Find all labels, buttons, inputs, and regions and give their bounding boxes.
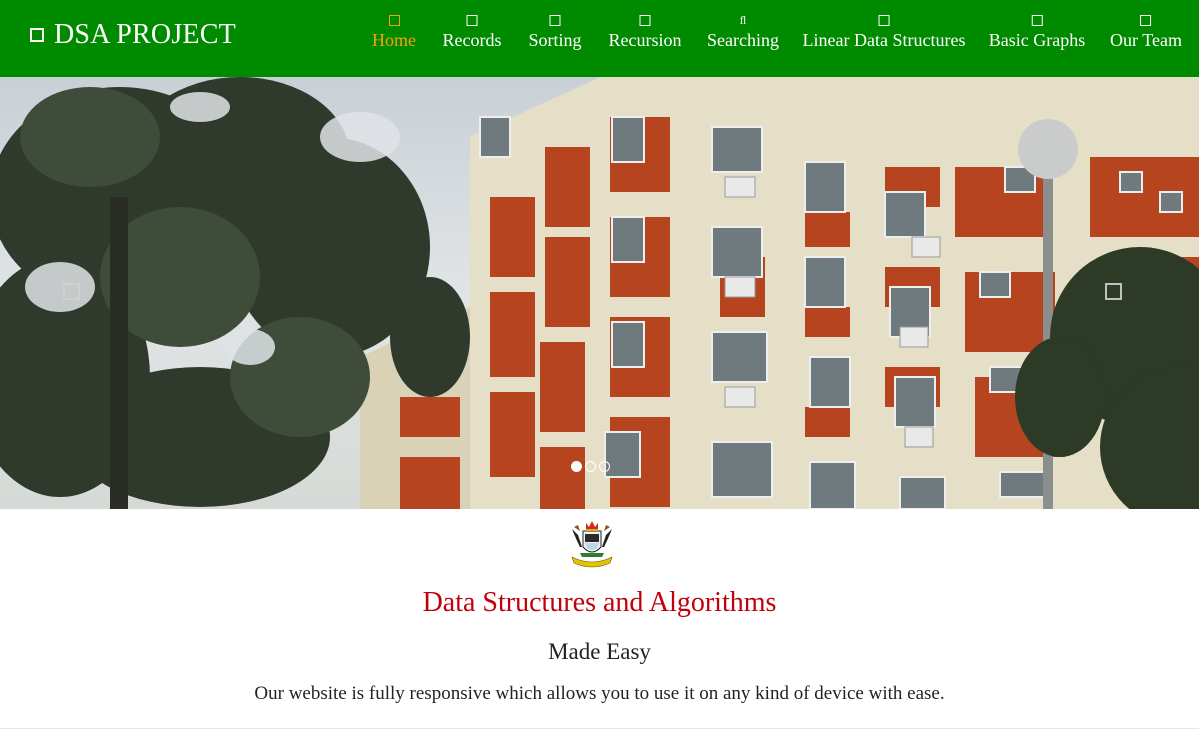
main-nav: Home Records Sorting Recursion ﬂ Searchi… [0,13,1199,63]
carousel-indicator[interactable] [571,461,582,472]
university-crest-logo [571,521,613,568]
nav-label-basic-graphs: Basic Graphs [988,30,1086,50]
carousel-next-button[interactable] [1105,283,1122,300]
nav-item-sorting[interactable]: Sorting [528,13,582,51]
carousel-indicators [571,461,610,472]
carousel-prev-button[interactable] [63,283,80,300]
square-icon [1031,15,1043,26]
nav-item-basic-graphs[interactable]: Basic Graphs [989,13,1085,51]
page-subtitle: Made Easy [548,639,651,664]
fl-glyph-icon: ﬂ [739,13,747,27]
carousel-indicator[interactable] [599,461,610,472]
square-icon [639,15,651,26]
square-icon [878,15,890,26]
nav-label-linear-data-structures: Linear Data Structures [802,30,966,50]
nav-label-our-team: Our Team [1110,30,1182,50]
nav-item-our-team[interactable]: Our Team [1110,13,1182,51]
intro-section: Data Structures and Algorithms Made Easy… [0,509,1199,731]
nav-item-records[interactable]: Records [442,13,502,51]
nav-label-searching: Searching [707,30,779,50]
nav-item-home[interactable]: Home [372,13,416,51]
nav-item-linear-data-structures[interactable]: Linear Data Structures [802,13,966,51]
nav-label-sorting: Sorting [528,30,582,50]
square-icon [466,15,478,26]
hero-carousel [0,77,1199,509]
square-icon [388,15,400,26]
nav-item-recursion[interactable]: Recursion [608,13,682,51]
nav-item-searching[interactable]: ﬂ Searching [707,13,779,51]
university-building-photo [0,77,1199,509]
nav-label-recursion: Recursion [608,30,682,50]
nav-label-home: Home [372,30,416,50]
carousel-indicator[interactable] [585,461,596,472]
square-icon [1140,15,1152,26]
page-description: Our website is fully responsive which al… [254,683,945,704]
divider [0,728,1199,729]
nav-label-records: Records [442,30,502,50]
square-icon [549,15,561,26]
top-navbar: DSA PROJECT Home Records Sorting Recursi… [0,0,1199,77]
page-title: Data Structures and Algorithms [422,587,777,618]
